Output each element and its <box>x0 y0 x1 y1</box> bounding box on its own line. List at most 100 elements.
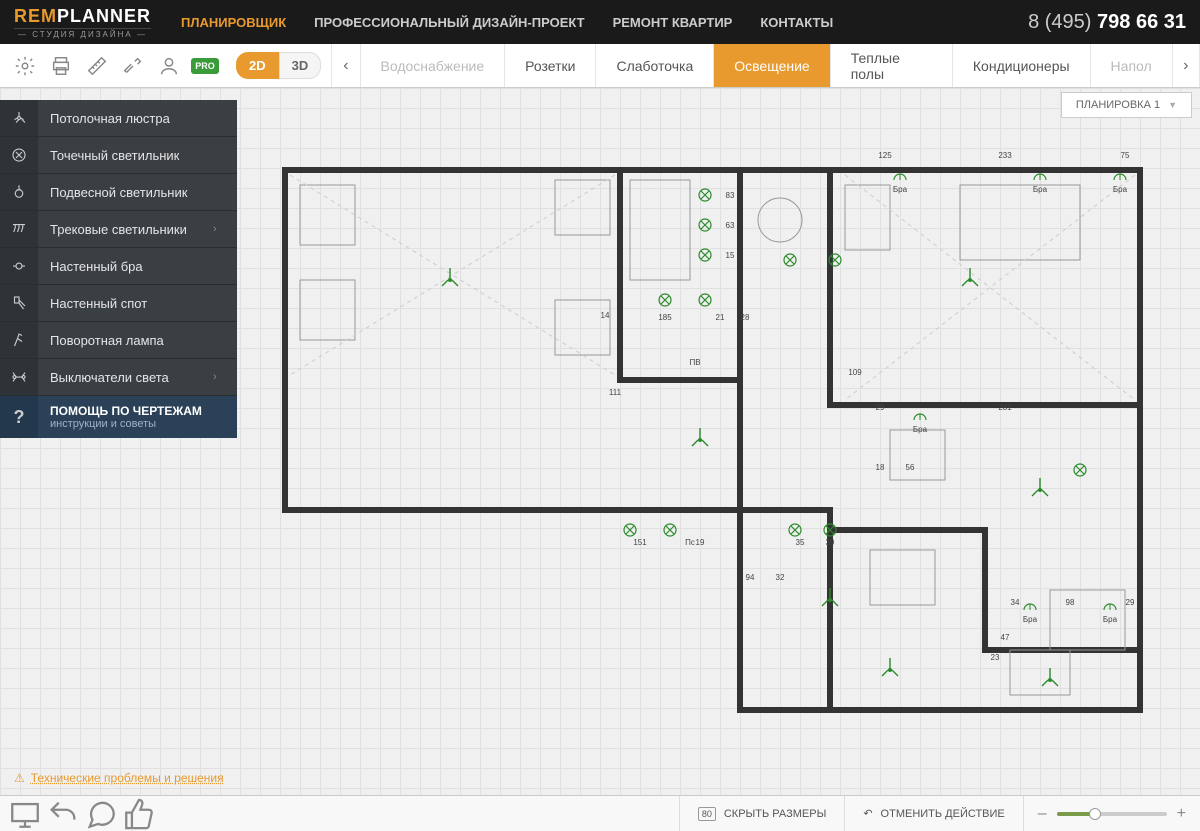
svg-text:83: 83 <box>726 191 735 200</box>
logo[interactable]: REMPLANNER — СТУДИЯ ДИЗАЙНА — <box>14 6 151 39</box>
svg-text:ПВ: ПВ <box>689 358 700 367</box>
spotlight-icon <box>0 137 38 173</box>
svg-text:29: 29 <box>876 403 885 412</box>
pendant-icon <box>0 174 38 210</box>
zoom-thumb[interactable] <box>1089 808 1101 820</box>
svg-text:98: 98 <box>1066 598 1075 607</box>
svg-text:35: 35 <box>796 538 805 547</box>
svg-text:Бра: Бра <box>893 185 908 194</box>
svg-text:Бра: Бра <box>1103 615 1118 624</box>
floorplan[interactable]: 125 233 75 Бра Бра Бра Бра Бра Бра 83 63… <box>270 150 1170 730</box>
svg-text:75: 75 <box>1121 151 1130 160</box>
measure-icon[interactable] <box>80 49 114 83</box>
view-toggle: 2D 3D <box>236 44 321 87</box>
tools-sidebar: Потолочная люстра Точечный светильник По… <box>0 100 237 438</box>
phone-number: 8 (495) 798 66 31 <box>1028 11 1186 34</box>
svg-text:109: 109 <box>848 368 862 377</box>
svg-text:32: 32 <box>776 573 785 582</box>
svg-text:94: 94 <box>746 573 755 582</box>
svg-text:28: 28 <box>741 313 750 322</box>
logo-suffix: PLANNER <box>57 6 151 26</box>
tab-ac[interactable]: Кондиционеры <box>952 44 1090 87</box>
svg-text:39: 39 <box>826 538 835 547</box>
svg-text:15: 15 <box>726 251 735 260</box>
tab-water[interactable]: Водоснабжение <box>360 44 505 87</box>
zoom-in-button[interactable]: + <box>1177 805 1186 823</box>
chat-icon[interactable] <box>84 797 118 831</box>
undo-action-button[interactable]: ↶ ОТМЕНИТЬ ДЕЙСТВИЕ <box>844 796 1022 831</box>
sidebar-item-wallspot[interactable]: Настенный спот <box>0 285 237 322</box>
nav-contacts[interactable]: КОНТАКТЫ <box>760 15 833 30</box>
hide-sizes-button[interactable]: 80 СКРЫТЬ РАЗМЕРЫ <box>679 796 844 831</box>
svg-text:21: 21 <box>716 313 725 322</box>
sidebar-item-switches[interactable]: Выключатели света › <box>0 359 237 396</box>
tab-floor[interactable]: Напол <box>1090 44 1172 87</box>
svg-text:63: 63 <box>726 221 735 230</box>
sconce-icon <box>0 248 38 284</box>
toolbar: PRO 2D 3D ‹ Водоснабжение Розетки Слабот… <box>0 44 1200 88</box>
tools-icon[interactable] <box>116 49 150 83</box>
undo-icon[interactable] <box>46 797 80 831</box>
user-icon[interactable] <box>152 49 186 83</box>
svg-text:125: 125 <box>878 151 892 160</box>
svg-text:14: 14 <box>601 311 610 320</box>
app-header: REMPLANNER — СТУДИЯ ДИЗАЙНА — ПЛАНИРОВЩИ… <box>0 0 1200 44</box>
zoom-track[interactable] <box>1057 812 1167 816</box>
tabs-prev-button[interactable]: ‹ <box>331 44 359 87</box>
logo-subtitle: — СТУДИЯ ДИЗАЙНА — <box>14 28 151 39</box>
wall-spot-icon <box>0 285 38 321</box>
warning-icon: ⚠ <box>14 771 25 785</box>
chandelier-icon <box>0 100 38 136</box>
view-3d-button[interactable]: 3D <box>279 52 322 79</box>
chevron-down-icon: ▼ <box>1168 100 1177 110</box>
pro-badge[interactable]: PRO <box>188 49 222 83</box>
nav-repair[interactable]: РЕМОНТ КВАРТИР <box>613 15 733 30</box>
nav-planner[interactable]: ПЛАНИРОВЩИК <box>181 15 286 30</box>
track-light-icon <box>0 211 38 247</box>
layout-dropdown[interactable]: ПЛАНИРОВКА 1 ▼ <box>1061 92 1192 118</box>
chevron-right-icon: › <box>213 371 237 383</box>
undo-arrow-icon: ↶ <box>863 807 872 820</box>
screen-icon[interactable] <box>8 797 42 831</box>
main-nav: ПЛАНИРОВЩИК ПРОФЕССИОНАЛЬНЫЙ ДИЗАЙН-ПРОЕ… <box>181 15 833 30</box>
svg-text:Бра: Бра <box>1023 615 1038 624</box>
svg-text:18: 18 <box>876 463 885 472</box>
sidebar-item-track[interactable]: Трековые светильники › <box>0 211 237 248</box>
chevron-right-icon: › <box>213 223 237 235</box>
zoom-out-button[interactable]: – <box>1038 805 1047 823</box>
tab-sockets[interactable]: Розетки <box>504 44 595 87</box>
svg-text:56: 56 <box>906 463 915 472</box>
swivel-lamp-icon <box>0 322 38 358</box>
svg-text:Пс: Пс <box>685 538 695 547</box>
tab-lowcurrent[interactable]: Слаботочка <box>595 44 713 87</box>
svg-text:151: 151 <box>633 538 647 547</box>
view-2d-button[interactable]: 2D <box>236 52 279 79</box>
svg-text:23: 23 <box>991 653 1000 662</box>
svg-text:Бра: Бра <box>913 425 928 434</box>
svg-text:Бра: Бра <box>1033 185 1048 194</box>
svg-text:281: 281 <box>998 403 1012 412</box>
tabs-next-button[interactable]: › <box>1172 44 1200 87</box>
sidebar-item-chandelier[interactable]: Потолочная люстра <box>0 100 237 137</box>
svg-text:233: 233 <box>998 151 1012 160</box>
tab-lighting[interactable]: Освещение <box>713 44 829 87</box>
sidebar-item-spotlight[interactable]: Точечный светильник <box>0 137 237 174</box>
sidebar-item-sconce[interactable]: Настенный бра <box>0 248 237 285</box>
tech-problems-link[interactable]: ⚠ Технические проблемы и решения <box>14 771 224 785</box>
settings-icon[interactable] <box>8 49 42 83</box>
nav-design[interactable]: ПРОФЕССИОНАЛЬНЫЙ ДИЗАЙН-ПРОЕКТ <box>314 15 584 30</box>
print-icon[interactable] <box>44 49 78 83</box>
svg-text:34: 34 <box>1011 598 1020 607</box>
like-icon[interactable] <box>122 797 156 831</box>
switch-icon <box>0 359 38 395</box>
zoom-slider[interactable]: – + <box>1023 796 1200 831</box>
svg-text:19: 19 <box>696 538 705 547</box>
sidebar-item-swivel[interactable]: Поворотная лампа <box>0 322 237 359</box>
tab-heating[interactable]: Теплые полы <box>830 44 952 87</box>
footer-bar: 80 СКРЫТЬ РАЗМЕРЫ ↶ ОТМЕНИТЬ ДЕЙСТВИЕ – … <box>0 795 1200 831</box>
sidebar-help[interactable]: ? ПОМОЩЬ ПО ЧЕРТЕЖАМ инструкции и советы <box>0 396 237 438</box>
svg-text:Бра: Бра <box>1113 185 1128 194</box>
svg-text:47: 47 <box>1001 633 1010 642</box>
svg-text:111: 111 <box>609 388 622 397</box>
sidebar-item-pendant[interactable]: Подвесной светильник <box>0 174 237 211</box>
